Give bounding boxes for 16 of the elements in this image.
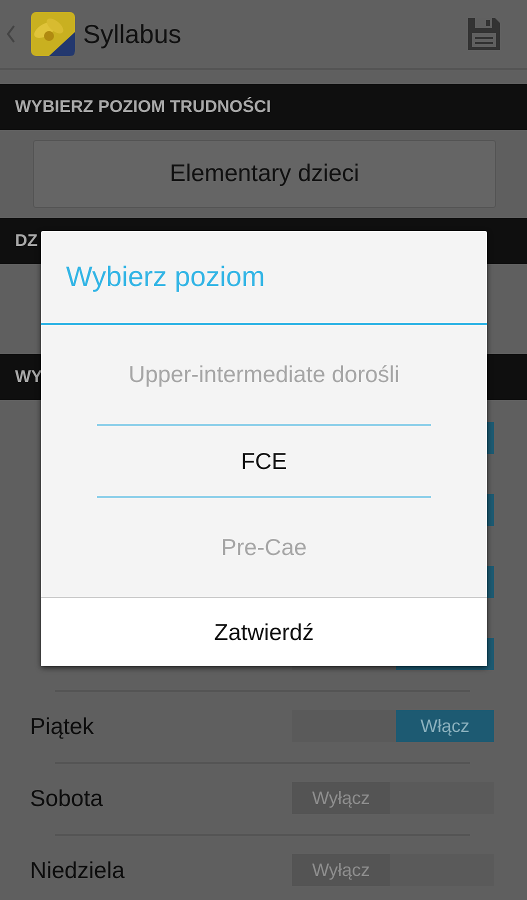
app-title: Syllabus (83, 18, 182, 50)
day-label: Niedziela (30, 856, 125, 884)
picker-option[interactable]: FCE (97, 424, 431, 498)
confirm-button[interactable]: Zatwierdź (41, 597, 487, 666)
toggle-switch[interactable]: Wyłącz (292, 782, 494, 814)
day-label: Sobota (30, 784, 103, 812)
level-button[interactable]: Elementary dzieci (33, 140, 496, 208)
picker-option[interactable]: Pre-Cae (221, 498, 307, 597)
dialog-title: Wybierz poziom (41, 231, 487, 325)
back-chevron-icon[interactable] (6, 24, 16, 44)
toggle-switch[interactable]: Włącz (292, 710, 494, 742)
save-icon[interactable] (467, 17, 501, 51)
section-header: WYBIERZ POZIOM TRUDNOŚCI (0, 84, 527, 130)
toggle-switch[interactable]: Wyłącz (292, 854, 494, 886)
app-icon (31, 12, 75, 56)
day-label: Piątek (30, 712, 94, 740)
